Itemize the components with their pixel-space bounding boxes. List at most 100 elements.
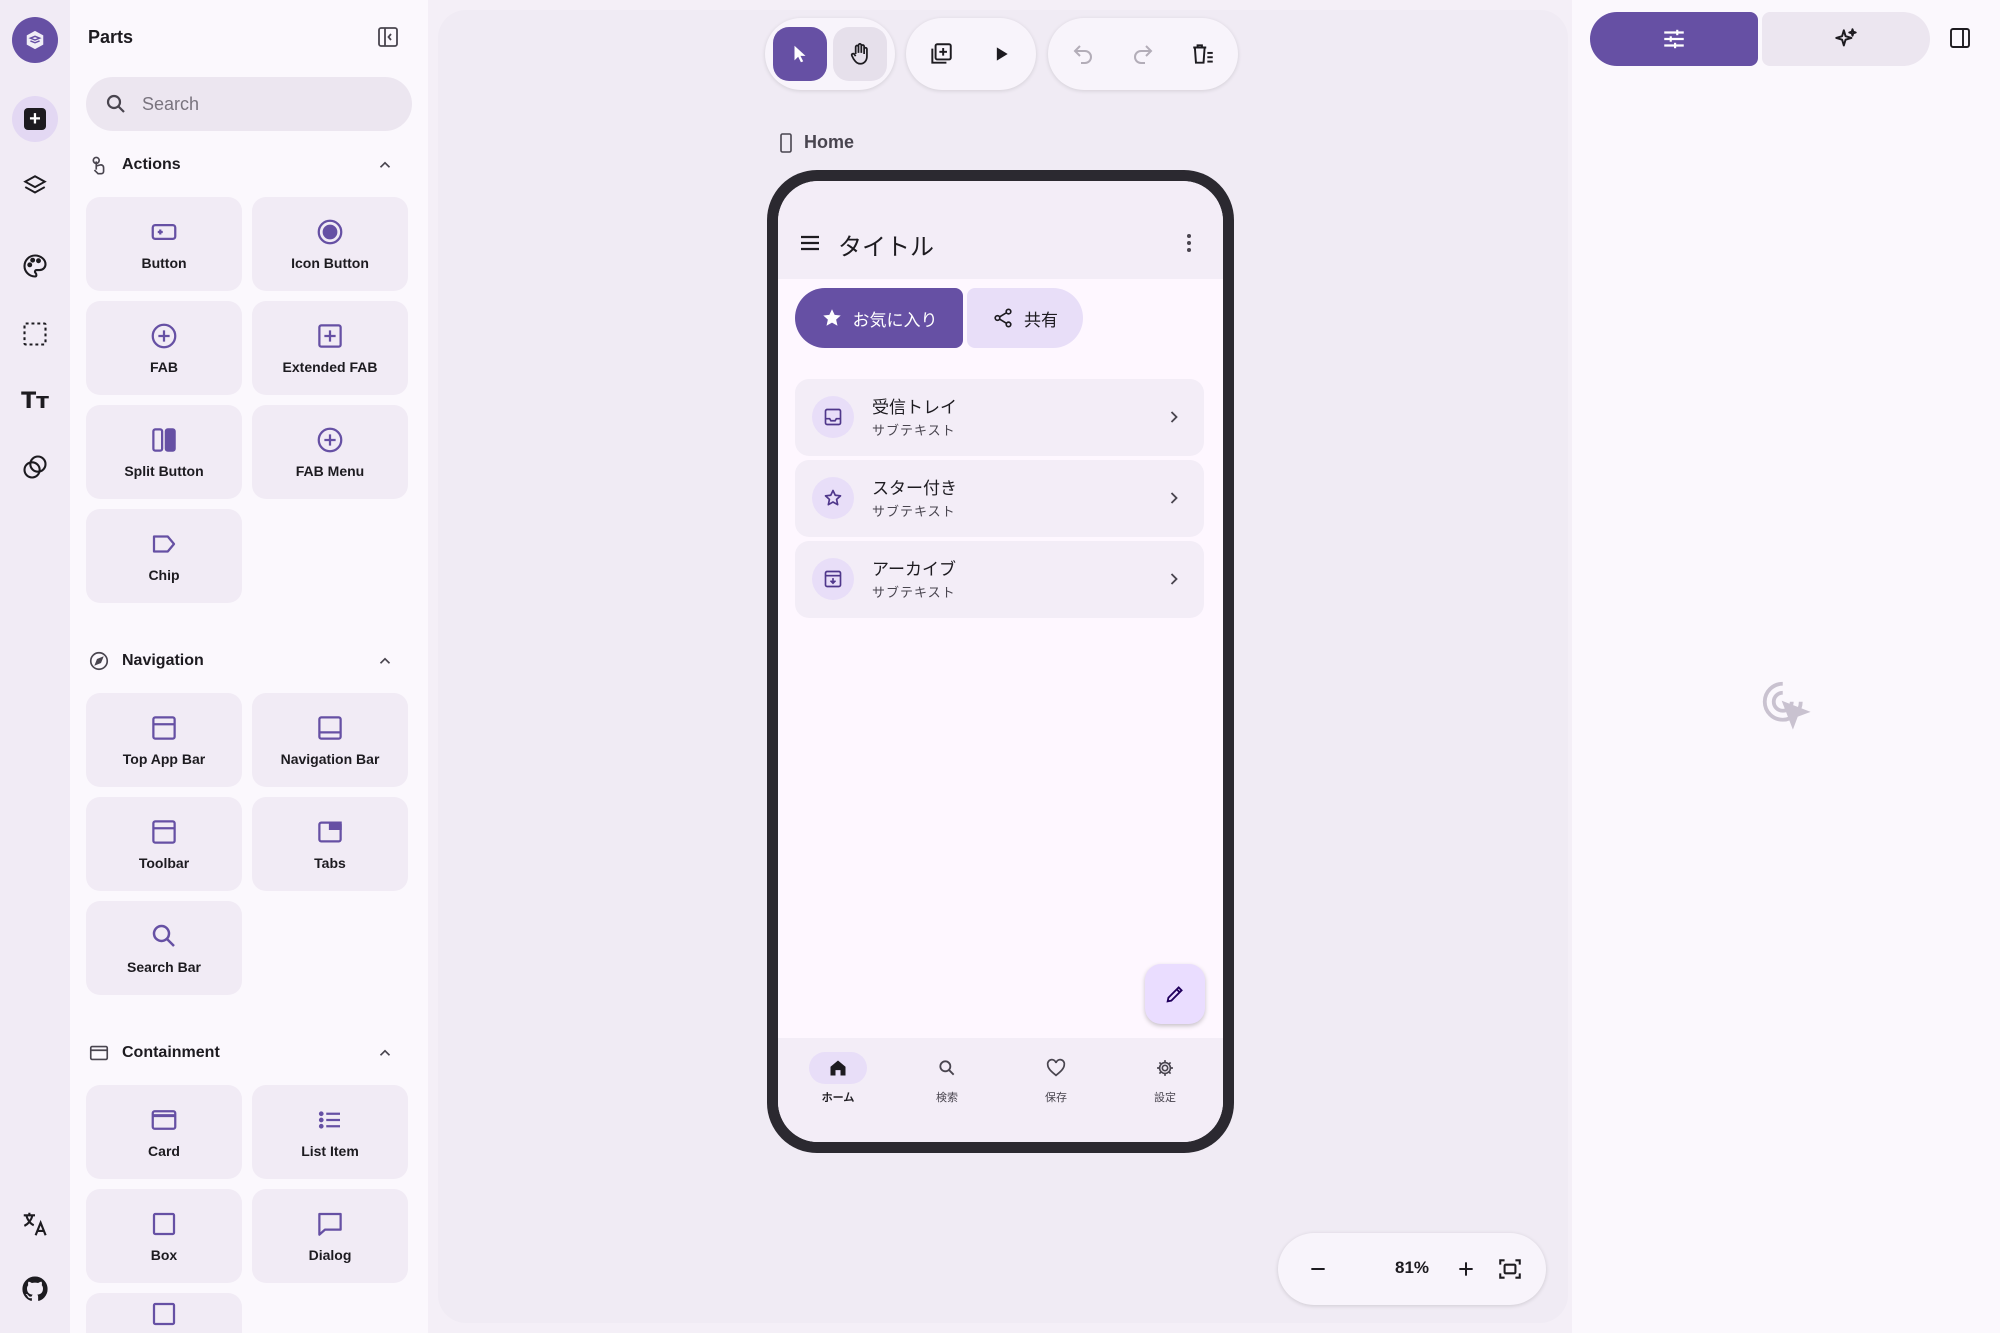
cursor-icon: [794, 45, 806, 63]
part-navigation-bar[interactable]: Navigation Bar: [252, 693, 408, 787]
part-toolbar[interactable]: Toolbar: [86, 797, 242, 891]
part-label: Top App Bar: [122, 751, 206, 767]
hand-tool-button[interactable]: [833, 27, 887, 81]
label-icon: [149, 529, 179, 559]
frame-name: Home: [804, 132, 855, 152]
bottom-navigation-bar: ホーム 検索 保存 設定: [778, 1038, 1223, 1142]
phone-frame[interactable]: タイトル お気に入り 共有 受信トレイ サブテキスト スター付き サブテキスト …: [767, 170, 1234, 1153]
nav-saved[interactable]: 保存: [1011, 1052, 1101, 1122]
section-header-actions[interactable]: Actions: [88, 150, 408, 180]
part-label: Extended FAB: [282, 359, 378, 375]
part-more[interactable]: [86, 1293, 242, 1333]
part-card[interactable]: Card: [86, 1085, 242, 1179]
nav-search[interactable]: 検索: [902, 1052, 992, 1122]
nav-settings[interactable]: 設定: [1120, 1052, 1210, 1122]
zoom-in-button[interactable]: [1448, 1251, 1484, 1287]
search-input[interactable]: [142, 93, 392, 115]
section-header-containment[interactable]: Containment: [88, 1038, 408, 1068]
list-subtitle: サブテキスト: [872, 504, 956, 519]
list-subtitle: サブテキスト: [872, 423, 956, 438]
github-button[interactable]: [12, 1266, 58, 1312]
part-label: Split Button: [124, 463, 204, 479]
part-label: Navigation Bar: [280, 751, 380, 767]
part-list-item[interactable]: List Item: [252, 1085, 408, 1179]
section-header-navigation[interactable]: Navigation: [88, 646, 408, 676]
list-title: アーカイブ: [872, 560, 956, 579]
typography-button[interactable]: Tт: [12, 378, 58, 424]
part-dialog[interactable]: Dialog: [252, 1189, 408, 1283]
delete-list-icon: [1193, 44, 1213, 64]
search-icon: [106, 94, 125, 113]
add-box-icon: [315, 321, 345, 351]
part-label: List Item: [301, 1143, 359, 1159]
add-frame-button[interactable]: [914, 27, 968, 81]
edit-fab[interactable]: [1145, 964, 1205, 1024]
part-extended-fab[interactable]: Extended FAB: [252, 301, 408, 395]
shapes-button[interactable]: [12, 444, 58, 490]
square-icon: [149, 1209, 179, 1239]
part-label: Card: [148, 1143, 180, 1159]
nav-home[interactable]: ホーム: [793, 1052, 883, 1122]
preview-button[interactable]: [974, 27, 1028, 81]
zoom-out-button[interactable]: [1300, 1251, 1336, 1287]
design-canvas[interactable]: Home タイトル お気に入り 共有 受信トレイ サブテキスト スター付き サブ…: [438, 10, 1568, 1323]
ai-assistant-tab[interactable]: [1762, 12, 1930, 66]
undo-button[interactable]: [1056, 27, 1110, 81]
history-toolgroup: [1048, 18, 1238, 90]
search-icon: [149, 921, 179, 951]
radio-button-icon: [315, 217, 345, 247]
frame-label[interactable]: Home: [778, 132, 854, 153]
list-item-inbox[interactable]: 受信トレイ サブテキスト: [795, 379, 1204, 456]
redo-button[interactable]: [1116, 27, 1170, 81]
palette-icon: [23, 254, 47, 278]
delete-button[interactable]: [1176, 27, 1230, 81]
part-box[interactable]: Box: [86, 1189, 242, 1283]
translate-button[interactable]: [12, 1201, 58, 1247]
tune-icon: [1664, 29, 1684, 49]
fit-screen-button[interactable]: [1492, 1251, 1528, 1287]
select-area-button[interactable]: [12, 311, 58, 357]
part-fab[interactable]: FAB: [86, 301, 242, 395]
select-tool-button[interactable]: [773, 27, 827, 81]
top-app-bar[interactable]: タイトル: [778, 181, 1223, 279]
properties-tab[interactable]: [1590, 12, 1758, 66]
phone-screen: タイトル お気に入り 共有 受信トレイ サブテキスト スター付き サブテキスト …: [778, 181, 1223, 1142]
part-chip[interactable]: Chip: [86, 509, 242, 603]
archive-icon: [812, 558, 854, 600]
part-button[interactable]: Button: [86, 197, 242, 291]
navigation-rail: + Tт: [0, 0, 70, 1333]
theme-button[interactable]: [12, 243, 58, 289]
collapse-panel-button[interactable]: [375, 24, 401, 50]
layers-button[interactable]: [12, 163, 58, 209]
part-icon-button[interactable]: Icon Button: [252, 197, 408, 291]
share-label: 共有: [1024, 310, 1058, 330]
part-fab-menu[interactable]: FAB Menu: [252, 405, 408, 499]
search-bar[interactable]: [86, 77, 412, 131]
card-icon: [149, 1105, 179, 1135]
part-search-bar[interactable]: Search Bar: [86, 901, 242, 995]
list-item-starred[interactable]: スター付き サブテキスト: [795, 460, 1204, 537]
favorite-button[interactable]: お気に入り: [795, 288, 963, 348]
dock-right-icon: [1950, 28, 1970, 48]
add-component-button[interactable]: +: [12, 96, 58, 142]
mode-toolgroup: [765, 18, 895, 90]
part-tabs[interactable]: Tabs: [252, 797, 408, 891]
inbox-icon: [812, 396, 854, 438]
split-button-icon: [149, 425, 179, 455]
dock-right-button[interactable]: [1948, 26, 1972, 50]
app-logo-icon[interactable]: [12, 17, 58, 63]
part-label: Toolbar: [138, 855, 190, 871]
list-item-archive[interactable]: アーカイブ サブテキスト: [795, 541, 1204, 618]
part-top-app-bar[interactable]: Top App Bar: [86, 693, 242, 787]
list-subtitle: サブテキスト: [872, 585, 956, 600]
panel-title: Parts: [88, 27, 134, 47]
part-split-button[interactable]: Split Button: [86, 405, 242, 499]
menu-icon[interactable]: [798, 231, 822, 255]
add-frame-icon: [931, 43, 952, 64]
minus-icon: [1311, 1268, 1325, 1270]
more-vert-icon[interactable]: [1177, 231, 1201, 255]
part-label: Icon Button: [291, 255, 369, 271]
panel-icon: [149, 1299, 179, 1329]
part-label: Button: [141, 255, 187, 271]
share-button[interactable]: 共有: [967, 288, 1083, 348]
